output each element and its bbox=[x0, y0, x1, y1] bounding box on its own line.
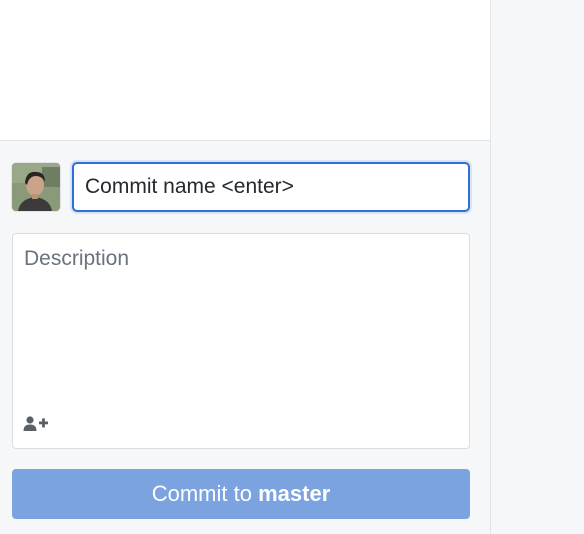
commit-button-branch: master bbox=[258, 481, 331, 506]
user-avatar-icon bbox=[12, 163, 60, 211]
changes-list-area bbox=[0, 0, 490, 140]
commit-message-panel: Commit to master bbox=[0, 140, 490, 534]
add-coauthor-button[interactable] bbox=[23, 412, 53, 436]
app-window: Commit to master bbox=[0, 0, 584, 534]
changes-sidebar: Commit to master bbox=[0, 0, 490, 534]
commit-button[interactable]: Commit to master bbox=[12, 469, 470, 519]
avatar bbox=[12, 163, 60, 211]
diff-pane bbox=[491, 0, 584, 534]
add-coauthor-icon bbox=[23, 416, 48, 431]
commit-button-prefix: Commit to bbox=[151, 481, 259, 506]
commit-description-field bbox=[12, 233, 470, 449]
commit-description-input[interactable] bbox=[13, 234, 469, 404]
commit-summary-input[interactable] bbox=[72, 162, 470, 212]
